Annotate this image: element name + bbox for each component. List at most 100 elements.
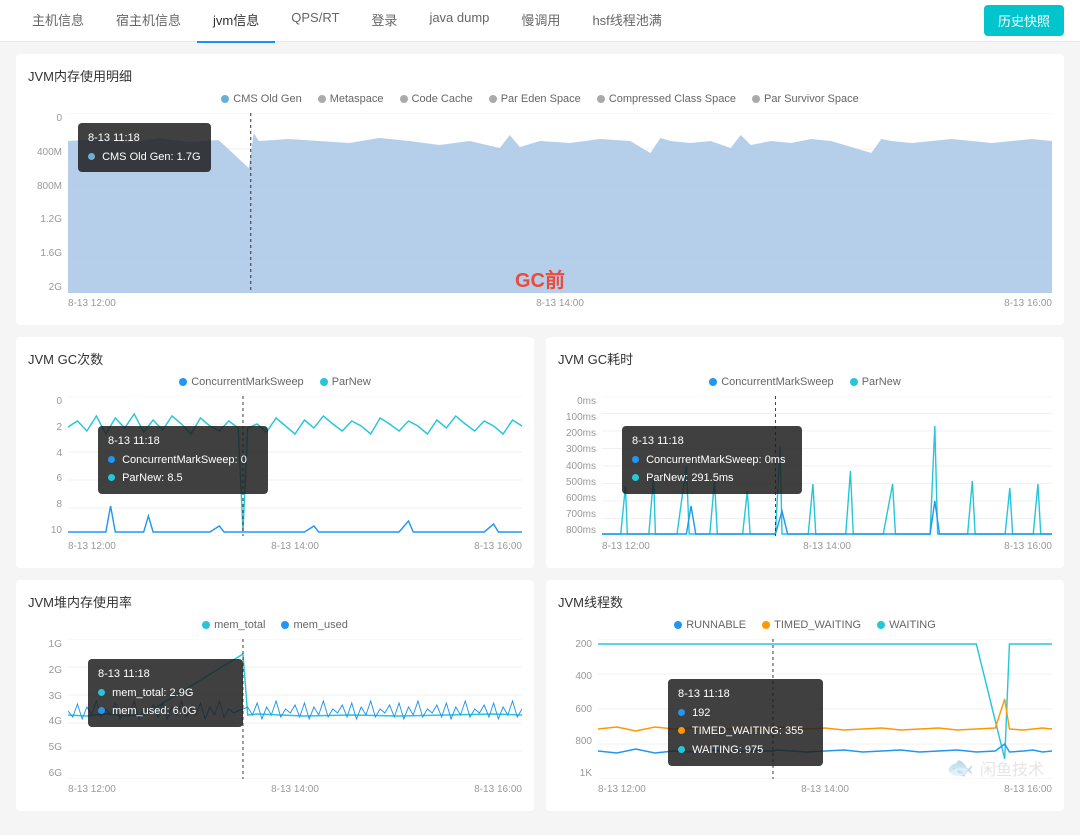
- heap-container: JVM堆内存使用率 mem_total mem_used 6G 5G 4G 3G…: [16, 580, 534, 811]
- legend-label-meta: Metaspace: [330, 93, 384, 105]
- legend-dot-survivor: [752, 95, 760, 103]
- gc-time-y-axis: 800ms 700ms 600ms 500ms 400ms 300ms 200m…: [558, 396, 600, 536]
- gc-count-title: JVM GC次数: [28, 349, 522, 368]
- gc-count-container: JVM GC次数 ConcurrentMarkSweep ParNew 10 8…: [16, 337, 534, 568]
- y-label: 1K: [558, 768, 592, 779]
- y-label: 8: [28, 499, 62, 510]
- x-label: 8-13 12:00: [68, 541, 116, 552]
- legend-label-eden: Par Eden Space: [501, 93, 581, 105]
- legend-cms-time: ConcurrentMarkSweep: [709, 376, 834, 388]
- heap-title: JVM堆内存使用率: [28, 592, 522, 611]
- thread-legend: RUNNABLE TIMED_WAITING WAITING: [558, 619, 1052, 631]
- y-label: 3G: [28, 691, 62, 702]
- tab-qps[interactable]: QPS/RT: [275, 0, 355, 43]
- watermark-icon: 🐟: [947, 755, 974, 781]
- heap-y-axis: 6G 5G 4G 3G 2G 1G: [28, 639, 66, 779]
- gc-count-svg: [68, 396, 522, 536]
- y-label: 6G: [28, 768, 62, 779]
- y-label: 800: [558, 736, 592, 747]
- y-label: 0: [28, 113, 62, 124]
- thread-x-axis: 8-13 12:00 8-13 14:00 8-13 16:00: [598, 779, 1052, 799]
- x-label: 8-13 14:00: [271, 541, 319, 552]
- y-label: 400M: [28, 147, 62, 158]
- y-label: 5G: [28, 742, 62, 753]
- legend-dot-eden: [489, 95, 497, 103]
- tab-parent-host[interactable]: 宿主机信息: [100, 0, 197, 43]
- legend-label-runnable: RUNNABLE: [686, 619, 746, 631]
- x-label: 8-13 12:00: [602, 541, 650, 552]
- legend-label-used: mem_used: [293, 619, 347, 631]
- legend-label-compressed: Compressed Class Space: [609, 93, 736, 105]
- legend-cms-sweep: ConcurrentMarkSweep: [179, 376, 304, 388]
- legend-label-code: Code Cache: [412, 93, 473, 105]
- main-content: JVM内存使用明细 CMS Old Gen Metaspace Code Cac…: [0, 42, 1080, 835]
- legend-dot-sweep: [179, 378, 187, 386]
- y-label: 200ms: [558, 428, 596, 439]
- y-label: 2G: [28, 665, 62, 676]
- heap-legend: mem_total mem_used: [28, 619, 522, 631]
- x-label: 8-13 16:00: [1004, 784, 1052, 795]
- y-label: 100ms: [558, 412, 596, 423]
- y-label: 2: [28, 422, 62, 433]
- x-label: 8-13 16:00: [1004, 298, 1052, 309]
- legend-label-parnew: ParNew: [332, 376, 371, 388]
- memory-legend: CMS Old Gen Metaspace Code Cache Par Ede…: [28, 93, 1052, 105]
- gc-time-legend: ConcurrentMarkSweep ParNew: [558, 376, 1052, 388]
- tab-hsf[interactable]: hsf线程池满: [576, 0, 677, 43]
- x-label: 8-13 16:00: [1004, 541, 1052, 552]
- top-navigation: 主机信息 宿主机信息 jvm信息 QPS/RT 登录 java dump 慢调用…: [0, 0, 1080, 42]
- watermark-text: 闲鱼技术: [980, 756, 1044, 780]
- legend-dot-waiting: [877, 621, 885, 629]
- legend-timed-waiting: TIMED_WAITING: [762, 619, 861, 631]
- history-snapshot-button[interactable]: 历史快照: [984, 5, 1064, 36]
- y-label: 500ms: [558, 477, 596, 488]
- x-label: 8-13 16:00: [474, 541, 522, 552]
- gc-count-chart: 10 8 6 4 2 0: [28, 396, 522, 556]
- y-label: 1.6G: [28, 248, 62, 259]
- y-label: 600: [558, 704, 592, 715]
- legend-dot-timed: [762, 621, 770, 629]
- y-label: 400ms: [558, 461, 596, 472]
- x-label: 8-13 12:00: [68, 784, 116, 795]
- tab-host-info[interactable]: 主机信息: [16, 0, 100, 43]
- legend-dot-cms: [221, 95, 229, 103]
- y-label: 6: [28, 473, 62, 484]
- thread-container: JVM线程数 RUNNABLE TIMED_WAITING WAITING 1K: [546, 580, 1064, 811]
- legend-label-total: mem_total: [214, 619, 265, 631]
- legend-label-cms-time: ConcurrentMarkSweep: [721, 376, 834, 388]
- gc-time-container: JVM GC耗时 ConcurrentMarkSweep ParNew 800m…: [546, 337, 1064, 568]
- tab-slow-call[interactable]: 慢调用: [505, 0, 576, 43]
- thread-title: JVM线程数: [558, 592, 1052, 611]
- legend-par-new: ParNew: [320, 376, 371, 388]
- y-label: 0: [28, 396, 62, 407]
- legend-dot-parnew: [320, 378, 328, 386]
- tab-login[interactable]: 登录: [355, 0, 413, 43]
- gc-count-y-axis: 10 8 6 4 2 0: [28, 396, 66, 536]
- legend-par-eden: Par Eden Space: [489, 93, 581, 105]
- legend-dot-cms-time: [709, 378, 717, 386]
- x-label: 8-13 12:00: [598, 784, 646, 795]
- y-label: 2G: [28, 282, 62, 293]
- memory-chart-container: JVM内存使用明细 CMS Old Gen Metaspace Code Cac…: [16, 54, 1064, 325]
- heap-chart: 6G 5G 4G 3G 2G 1G: [28, 639, 522, 799]
- gc-time-x-axis: 8-13 12:00 8-13 14:00 8-13 16:00: [602, 536, 1052, 556]
- gc-time-title: JVM GC耗时: [558, 349, 1052, 368]
- gc-before-label: GC前: [515, 264, 565, 293]
- legend-parnew-time: ParNew: [850, 376, 901, 388]
- legend-metaspace: Metaspace: [318, 93, 384, 105]
- tab-jvm[interactable]: jvm信息: [197, 0, 275, 43]
- bottom-row: JVM堆内存使用率 mem_total mem_used 6G 5G 4G 3G…: [16, 580, 1064, 823]
- y-label: 200: [558, 639, 592, 650]
- tab-java-dump[interactable]: java dump: [413, 0, 505, 43]
- y-label: 700ms: [558, 509, 596, 520]
- watermark: 🐟 闲鱼技术: [947, 755, 1044, 781]
- memory-chart: 2G 1.6G 1.2G 800M 400M 0: [28, 113, 1052, 313]
- legend-compressed: Compressed Class Space: [597, 93, 736, 105]
- gc-count-body: 8-13 11:18 ConcurrentMarkSweep: 0 ParNew…: [68, 396, 522, 536]
- legend-code-cache: Code Cache: [400, 93, 473, 105]
- legend-runnable: RUNNABLE: [674, 619, 746, 631]
- y-label: 800M: [28, 181, 62, 192]
- memory-title: JVM内存使用明细: [28, 66, 1052, 85]
- y-label: 800ms: [558, 525, 596, 536]
- legend-dot-code: [400, 95, 408, 103]
